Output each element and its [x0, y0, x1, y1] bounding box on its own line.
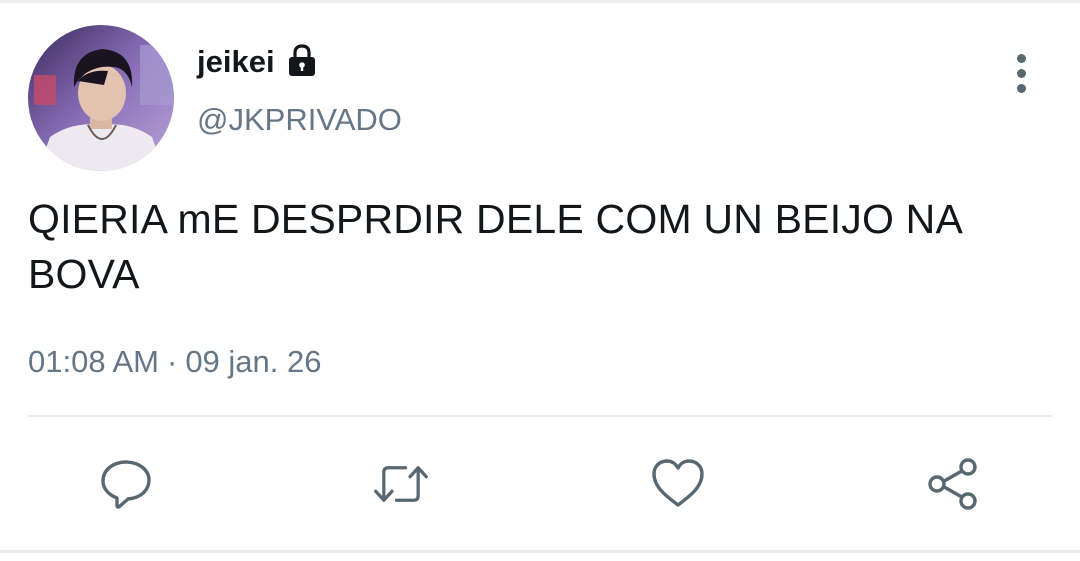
divider: [28, 415, 1052, 417]
more-vertical-icon: [1016, 53, 1026, 63]
reply-button[interactable]: [98, 456, 154, 512]
more-vertical-icon-dot: [1016, 83, 1026, 93]
tweet-text: QIERIA mE DESPRDIR DELE COM UN BEIJO NA …: [28, 196, 961, 297]
heart-icon: [652, 459, 704, 507]
more-vertical-icon-dot: [1016, 68, 1026, 78]
author-name-row: jeikei: [197, 42, 319, 82]
reply-icon: [101, 460, 151, 509]
tweet-date: 09 jan. 26: [185, 344, 322, 379]
share-icon: [928, 458, 977, 510]
lock-icon: [285, 43, 319, 77]
retweet-button[interactable]: [373, 456, 429, 512]
top-divider: [0, 0, 1080, 3]
avatar[interactable]: [28, 25, 174, 171]
more-options-button[interactable]: [1000, 48, 1042, 98]
author-handle[interactable]: @JKPRIVADO: [197, 100, 402, 140]
tweet-time: 01:08 AM: [28, 344, 159, 379]
meta-separator: ·: [166, 344, 178, 379]
share-button[interactable]: [925, 456, 981, 512]
bottom-divider: [0, 550, 1080, 553]
tweet-timestamp[interactable]: 01:08 AM · 09 jan. 26: [28, 340, 321, 384]
display-name[interactable]: jeikei: [197, 42, 275, 82]
retweet-icon: [374, 466, 428, 502]
like-button[interactable]: [650, 456, 706, 512]
